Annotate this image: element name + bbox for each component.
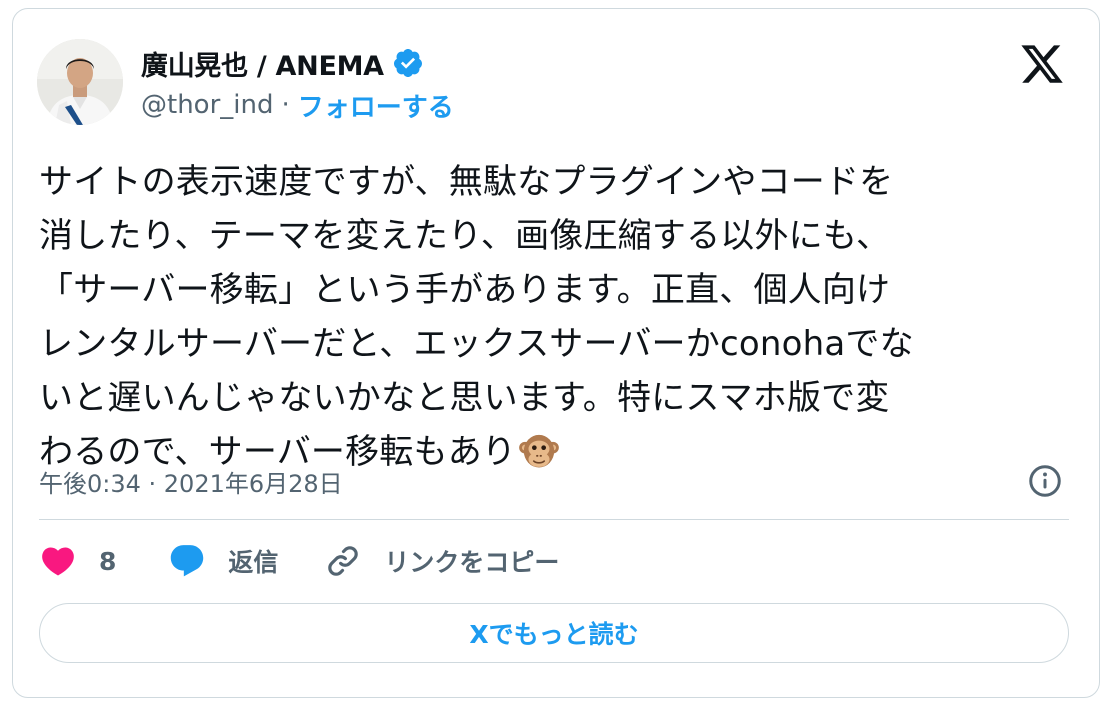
author-meta-row: @thor_ind · フォローする (141, 87, 454, 123)
read-more-button[interactable]: Xでもっと読む (39, 603, 1069, 663)
like-button[interactable]: 8 (39, 542, 116, 580)
link-icon (328, 546, 359, 576)
avatar[interactable] (37, 39, 123, 125)
monkey-face-icon (519, 434, 559, 468)
copy-link-label: リンクをコピー (384, 548, 560, 577)
heart-icon (42, 547, 74, 576)
timestamp[interactable]: 午後0:34 · 2021年6月28日 (39, 461, 343, 501)
author-name-row: 廣山晃也 / ANEMA (141, 44, 424, 83)
tweet-text: サイトの表示速度ですが、無駄なプラグインやコードを 消したり、テーマを変えたり、… (39, 155, 1079, 479)
avatar-photo (37, 39, 123, 125)
divider (39, 519, 1069, 520)
timestamp-text: 午後0:34 · 2021年6月28日 (39, 469, 343, 498)
x-logo-icon[interactable] (1019, 41, 1065, 87)
verified-badge-icon (393, 49, 422, 77)
tweet-line: 「サーバー移転」という手があります。正直、個人向け (39, 270, 891, 310)
tweet-line: レンタルサーバーだと、エックスサーバーかconohaでな (39, 324, 914, 364)
meta-separator: · (281, 90, 290, 120)
follow-button[interactable]: フォローする (298, 87, 454, 124)
tweet-card: 廣山晃也 / ANEMA @thor_ind · フォローする サイトの表示速度… (12, 8, 1100, 698)
copy-link-button[interactable]: リンクをコピー (324, 542, 559, 580)
like-count: 8 (99, 546, 117, 576)
reply-button[interactable]: 返信 (168, 542, 278, 580)
actions-row: 8 返信 リンクをコピー (39, 537, 559, 585)
read-more-label: Xでもっと読む (469, 620, 639, 649)
info-icon[interactable] (1027, 463, 1063, 499)
reply-bubble-icon (171, 545, 204, 577)
author-name[interactable]: 廣山晃也 / ANEMA (141, 44, 384, 83)
author-handle[interactable]: @thor_ind (141, 90, 273, 120)
tweet-line: 消したり、テーマを変えたり、画像圧縮する以外にも、 (39, 216, 891, 256)
tweet-line: いと遅いんじゃないかなと思います。特にスマホ版で変 (39, 378, 890, 418)
tweet-line: サイトの表示速度ですが、無駄なプラグインやコードを (39, 162, 894, 202)
reply-label: 返信 (228, 548, 279, 577)
